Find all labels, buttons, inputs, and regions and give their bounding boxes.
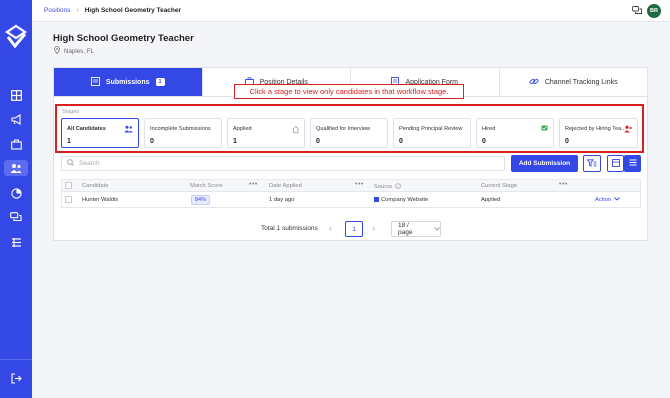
tab-channel-tracking-links[interactable]: Channel Tracking Links (500, 68, 648, 96)
stage-card-qualified-for-interview[interactable]: Qualified for Interview 0 (310, 118, 388, 148)
add-submission-button[interactable]: Add Submission (511, 155, 578, 172)
match-score-badge: 84% (191, 195, 211, 205)
sidebar-dashboard-icon[interactable] (8, 87, 24, 103)
chat-icon[interactable] (632, 6, 642, 17)
website-icon (374, 197, 379, 202)
pagination-total: Total 1 submissions (261, 225, 318, 232)
card-view-icon (611, 158, 620, 169)
submissions-table: Candidate Match Score ••• Date Applied •… (61, 179, 641, 208)
stage-name: Rejected by Hiring Tea... (565, 126, 626, 132)
info-icon (395, 183, 402, 191)
stage-name: All Candidates (67, 126, 106, 132)
pagination: Total 1 submissions ‹ 1 › 18 / page (0, 221, 670, 237)
stage-card-applied[interactable]: Applied 1 (227, 118, 305, 148)
sidebar-list-icon[interactable] (8, 234, 24, 250)
column-header-date-applied[interactable]: Date Applied (269, 183, 302, 189)
sidebar-candidates-icon[interactable] (4, 160, 28, 176)
hand-icon (292, 125, 299, 135)
link-icon (529, 77, 539, 88)
app-logo-icon[interactable] (5, 24, 27, 50)
current-page-button[interactable]: 1 (345, 221, 363, 237)
stage-count: 0 (150, 138, 154, 145)
stage-count: 0 (565, 138, 569, 145)
stage-count: 1 (233, 138, 237, 145)
submissions-count-badge: 1 (155, 78, 165, 86)
logout-icon[interactable] (8, 370, 24, 386)
user-x-icon (624, 125, 632, 135)
stage-card-pending-principal-review[interactable]: Pending Principal Review 0 (393, 118, 471, 148)
stage-count: 0 (316, 138, 320, 145)
user-avatar[interactable]: BR (647, 4, 661, 18)
date-applied: 1 day ago (269, 197, 295, 203)
row-checkbox[interactable] (65, 196, 72, 203)
page-size-value: 18 / page (398, 222, 413, 236)
page-size-select[interactable]: 18 / page (391, 221, 441, 237)
tab-submissions-label: Submissions (105, 78, 150, 86)
stage-name: Applied (233, 126, 252, 132)
source-cell: Company Website (374, 197, 428, 203)
list-view-button[interactable] (624, 155, 641, 172)
column-header-source[interactable]: Source (374, 183, 402, 191)
chevron-down-icon (614, 197, 620, 203)
search-input[interactable]: Search (61, 156, 505, 171)
filter-button[interactable] (583, 155, 601, 172)
location-pin-icon (54, 46, 60, 56)
sidebar-briefcase-icon[interactable] (8, 136, 24, 152)
column-menu-icon[interactable]: ••• (249, 181, 258, 188)
stage-name: Hired (482, 126, 496, 132)
filter-icon (586, 158, 597, 169)
stage-card-all-candidates[interactable]: All Candidates 1 (61, 118, 139, 148)
stage-count: 0 (399, 138, 403, 145)
search-icon (67, 159, 74, 168)
sidebar-megaphone-icon[interactable] (8, 111, 24, 127)
breadcrumb: Positions › High School Geometry Teacher (44, 7, 181, 14)
stage-card-hired[interactable]: Hired 0 (476, 118, 554, 148)
row-action-dropdown[interactable]: Action (595, 197, 620, 203)
tab-submissions[interactable]: Submissions 1 (54, 68, 203, 96)
table-header: Candidate Match Score ••• Date Applied •… (61, 179, 641, 192)
people-icon (124, 125, 133, 135)
position-location: Naples, FL (54, 46, 94, 56)
column-header-current-stage[interactable]: Current Stage (481, 183, 517, 189)
select-all-checkbox[interactable] (65, 182, 72, 189)
column-menu-icon[interactable]: ••• (355, 181, 364, 188)
current-stage: Applied (481, 197, 501, 203)
sidebar-divider (0, 359, 32, 360)
stage-card-incomplete-submissions[interactable]: Incomplete Submissions 0 (144, 118, 222, 148)
flag-icon (541, 125, 548, 134)
stage-card-rejected-by-hiring-team[interactable]: Rejected by Hiring Tea... 0 (559, 118, 638, 148)
next-page-icon[interactable]: › (372, 223, 375, 233)
breadcrumb-chevron-icon: › (76, 7, 79, 14)
sidebar-analytics-icon[interactable] (8, 185, 24, 201)
candidate-name[interactable]: Hunter Waldis (82, 197, 118, 203)
column-menu-icon[interactable]: ••• (559, 181, 568, 188)
search-placeholder: Search (79, 160, 100, 167)
stages-section: Stages All Candidates 1 Incomplete Submi… (55, 104, 644, 153)
sidebar (0, 0, 32, 398)
stage-name: Qualified for Interview (316, 126, 371, 132)
column-header-candidate[interactable]: Candidate (82, 183, 108, 189)
submissions-icon (90, 76, 100, 88)
breadcrumb-current: High School Geometry Teacher (84, 7, 182, 14)
column-header-match-score[interactable]: Match Score (190, 183, 223, 189)
stage-count: 0 (482, 138, 486, 145)
action-label: Action (595, 197, 612, 203)
list-view-icon (629, 159, 637, 168)
source-header-label: Source (374, 184, 393, 190)
breadcrumb-positions-link[interactable]: Positions (44, 7, 70, 14)
stages-label: Stages (62, 109, 80, 115)
chevron-down-icon (434, 226, 440, 233)
stage-name: Incomplete Submissions (150, 126, 211, 132)
card-view-button[interactable] (607, 155, 624, 172)
page-title: High School Geometry Teacher (53, 33, 194, 44)
stage-count: 1 (67, 138, 71, 145)
source-text: Company Website (381, 197, 429, 204)
stages-tooltip: Click a stage to view only candidates in… (234, 84, 464, 99)
location-text: Naples, FL (64, 47, 94, 55)
prev-page-icon[interactable]: ‹ (329, 223, 332, 233)
table-row[interactable]: Hunter Waldis 84% 1 day ago Company Webs… (61, 192, 641, 208)
stage-name: Pending Principal Review (399, 126, 463, 132)
top-bar: Positions › High School Geometry Teacher… (32, 0, 670, 22)
tab-channel-tracking-links-label: Channel Tracking Links (544, 78, 618, 86)
